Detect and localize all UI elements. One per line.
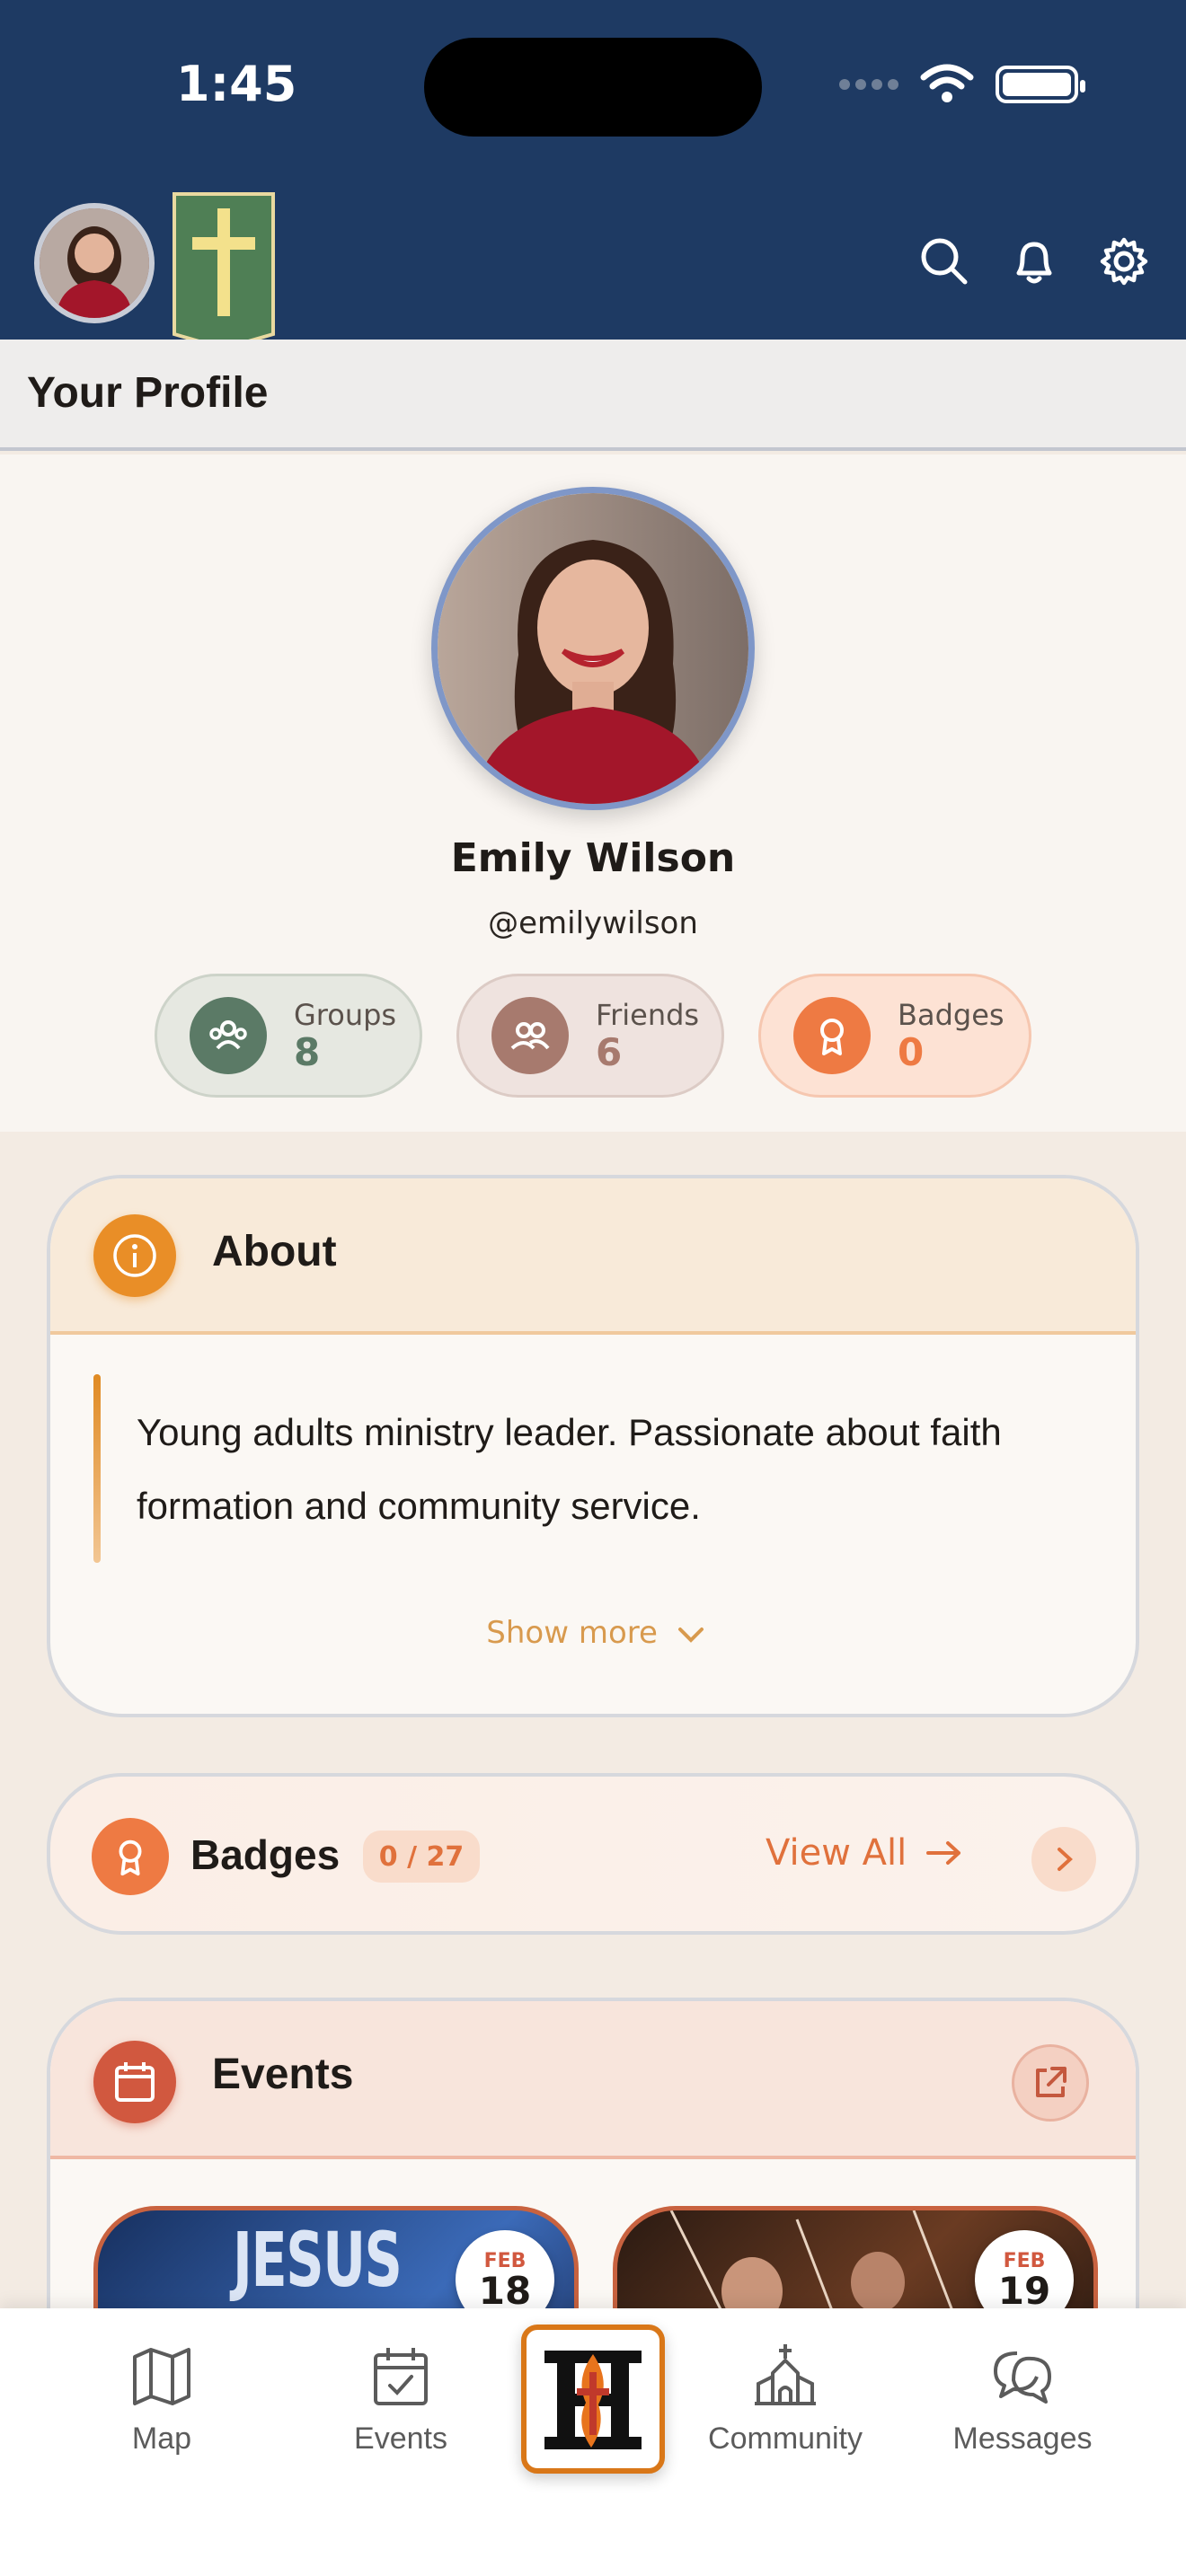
chat-bubbles-icon [994,2351,1051,2404]
badge-award-icon [92,1818,169,1895]
tab-map-label: Map [131,2422,192,2456]
bio-accent-bar [93,1374,101,1563]
profile-avatar[interactable] [431,487,755,810]
wifi-icon [920,64,974,102]
view-all-link[interactable]: View All [766,1832,964,1874]
status-time: 1:45 [176,56,297,112]
badges-card[interactable]: Badges 0 / 27 View All [47,1773,1139,1935]
badges-chevron-button[interactable] [1031,1827,1096,1892]
external-link-icon [1036,2067,1067,2097]
profile-summary: Emily Wilson @emilywilson Groups 8 Frien… [0,454,1186,1132]
badges-progress-pill: 0 / 27 [363,1831,480,1883]
badges-title: Badges [190,1831,341,1878]
badges-label: Badges [898,997,1005,1032]
bottom-nav: Map Events Community Messages [0,2308,1186,2576]
friends-label: Friends [596,997,700,1032]
event-image-text: JESUS [233,2216,403,2304]
calendar-icon [93,2041,176,2123]
home-logo-button[interactable] [521,2325,665,2474]
award-icon [793,997,871,1074]
search-icon[interactable] [918,235,970,287]
tab-messages-label: Messages [952,2422,1093,2456]
groups-count: 8 [294,1029,321,1074]
church-icon [755,2344,816,2405]
page-title: Your Profile [27,369,269,417]
friends-count: 6 [596,1029,623,1074]
badges-stat[interactable]: Badges 0 [758,974,1031,1098]
status-icons [839,63,1085,106]
open-events-button[interactable] [1012,2044,1089,2122]
tab-community[interactable]: Community [686,2341,884,2457]
battery-icon [996,66,1085,103]
map-icon [133,2348,190,2405]
events-title: Events [212,2051,354,2098]
tab-events-label: Events [354,2422,447,2456]
chevron-down-icon [677,1627,704,1643]
profile-handle: @emilywilson [488,905,698,941]
about-card-header: About [50,1178,1136,1335]
parish-banner-icon[interactable] [171,190,277,350]
view-all-label: View All [766,1832,907,1874]
parish-logo-icon [544,2351,642,2449]
signal-icon [839,79,898,90]
event-day: 19 [997,2269,1051,2313]
events-card-header: Events [50,2001,1136,2159]
friends-stat[interactable]: Friends 6 [456,974,724,1098]
show-more-label: Show more [486,1615,658,1651]
tab-map[interactable]: Map [63,2341,261,2457]
bio-text: Young adults ministry leader. Passionate… [137,1411,1002,1527]
app-header: 1:45 [0,0,1186,350]
dynamic-island [424,38,762,137]
event-day: 18 [478,2269,532,2313]
badges-count: 0 [898,1029,925,1074]
show-more-button[interactable]: Show more [50,1615,1136,1651]
chevron-right-icon [1058,1848,1073,1871]
profile-name: Emily Wilson [450,835,736,881]
header-avatar[interactable] [34,203,155,323]
gear-icon[interactable] [1098,235,1150,287]
arrow-right-icon [926,1841,961,1865]
tab-messages[interactable]: Messages [924,2341,1121,2457]
bell-icon[interactable] [1008,235,1060,287]
friends-icon [491,997,569,1074]
info-icon [93,1214,176,1297]
about-card: About Young adults ministry leader. Pass… [47,1175,1139,1717]
groups-stat[interactable]: Groups 8 [155,974,422,1098]
tab-events[interactable]: Events [302,2341,500,2457]
groups-icon [190,997,267,1074]
about-title: About [212,1228,337,1275]
section-title-bar: Your Profile [0,340,1186,451]
calendar-check-icon [374,2348,428,2405]
tab-community-label: Community [708,2422,863,2456]
groups-label: Groups [294,997,397,1032]
